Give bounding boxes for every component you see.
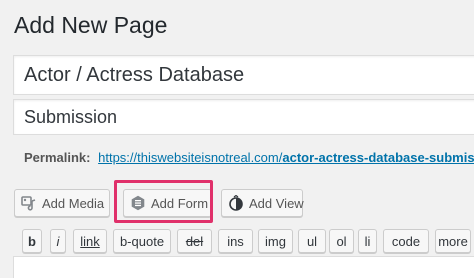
qt-img-button[interactable]: img: [258, 229, 293, 253]
view-icon: [228, 194, 244, 211]
media-icon: [21, 195, 37, 211]
add-view-button[interactable]: Add View: [221, 189, 304, 217]
subtitle-input[interactable]: Submission: [13, 99, 474, 135]
permalink-slug: actor-actress-database-submissio: [282, 150, 474, 165]
add-view-label: Add View: [249, 195, 304, 211]
qt-bquote-button[interactable]: b-quote: [113, 229, 171, 253]
qt-li-button[interactable]: li: [358, 229, 377, 253]
title-input[interactable]: Actor / Actress Database: [13, 55, 474, 95]
add-media-label: Add Media: [42, 195, 105, 211]
permalink: Permalink: https://thiswebsiteisnotreal.…: [24, 150, 474, 165]
highlight-box: [114, 180, 213, 223]
permalink-base: https://thiswebsiteisnotreal.com/: [98, 150, 283, 165]
permalink-link[interactable]: https://thiswebsiteisnotreal.com/actor-a…: [98, 150, 474, 165]
qt-more-button[interactable]: more: [435, 229, 471, 253]
permalink-label: Permalink:: [24, 150, 91, 165]
add-media-button[interactable]: Add Media: [14, 189, 110, 217]
qt-link-button[interactable]: link: [73, 229, 107, 253]
qt-ul-button[interactable]: ul: [298, 229, 326, 253]
page-title: Add New Page: [14, 12, 168, 38]
qt-bold-button[interactable]: b: [22, 229, 42, 253]
qt-del-button[interactable]: del: [177, 229, 212, 253]
content-editor[interactable]: [13, 256, 474, 278]
qt-ol-button[interactable]: ol: [329, 229, 354, 253]
qt-code-button[interactable]: code: [383, 229, 429, 253]
qt-ins-button[interactable]: ins: [218, 229, 253, 253]
qt-italic-button[interactable]: i: [50, 229, 66, 253]
